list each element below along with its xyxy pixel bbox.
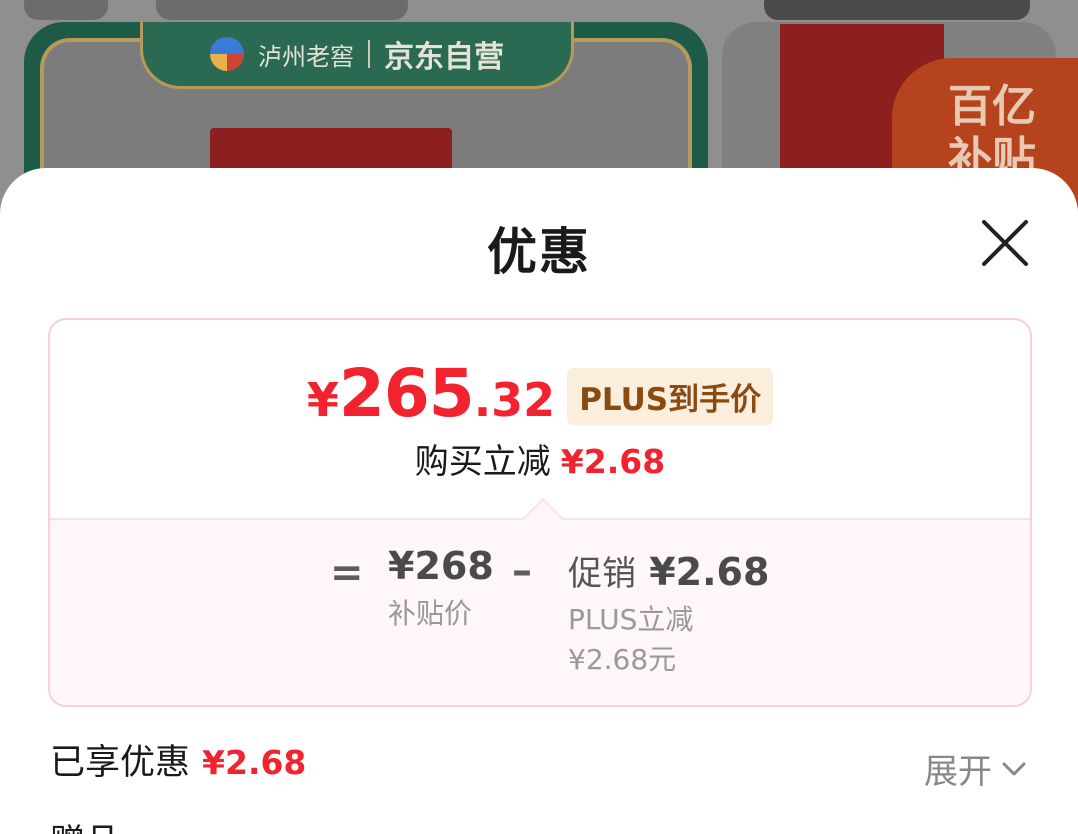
close-icon [982, 220, 1028, 266]
promo-value: ¥2.68 [649, 550, 770, 594]
expand-button[interactable]: 展开 [924, 744, 1028, 793]
enjoyed-amount: ¥2.68 [202, 743, 307, 782]
enjoyed-discount-row: 已享优惠 ¥2.68 [50, 734, 306, 785]
chevron-down-icon [1002, 762, 1026, 775]
final-price-integer: 265 [338, 354, 475, 432]
price-breakdown: = ¥268 补贴价 – 促销 ¥2.68 PLUS立减 ¥2.68元 [50, 497, 1030, 705]
close-button[interactable] [974, 212, 1036, 274]
brand-logo-icon [210, 37, 244, 71]
final-price-currency: ¥ [306, 373, 339, 427]
brand-name: 泸州老窖 [258, 42, 354, 71]
pointer-notch [521, 497, 565, 541]
banner-divider [368, 40, 370, 68]
reduction-label: 购买立减 [414, 442, 551, 482]
equals-sign: = [330, 550, 364, 596]
promo-value-row: 促销 ¥2.68 [568, 546, 769, 595]
subsidy-price-label: 补贴价 [388, 597, 473, 630]
plus-price-tag: PLUS到手价 [567, 367, 774, 425]
final-price-decimal: .32 [473, 373, 556, 427]
subsidy-badge-line: 百亿 [948, 81, 1036, 132]
brand-banner: 泸州老窖 京东自营 [140, 22, 574, 89]
plus-reduction-label: PLUS立减 [568, 603, 694, 636]
price-summary-card: ¥ 265 .32 PLUS到手价 购买立减 ¥2.68 = ¥268 补贴价 –… [48, 318, 1032, 707]
final-price-row: ¥ 265 .32 PLUS到手价 [50, 355, 1030, 432]
store-label: 京东自营 [384, 40, 504, 75]
minus-sign: – [512, 548, 532, 594]
enjoyed-label: 已享优惠 [50, 743, 191, 783]
expand-label: 展开 [924, 752, 992, 792]
plus-reduction-amount: ¥2.68元 [568, 643, 677, 676]
reduction-amount: ¥2.68 [560, 442, 666, 481]
sheet-title: 优惠 [487, 223, 591, 281]
gift-section-title: 赠品 [50, 814, 120, 834]
top-chip [24, 0, 108, 20]
top-chip [156, 0, 408, 20]
subsidy-price-value: ¥268 [388, 544, 494, 588]
top-chip [764, 0, 1030, 20]
discount-sheet: 优惠 ¥ 265 .32 PLUS到手价 购买立减 ¥2.68 = ¥268 补贴… [0, 168, 1078, 834]
promo-label: 促销 [568, 554, 636, 594]
purchase-reduction-row: 购买立减 ¥2.68 [50, 434, 1030, 483]
